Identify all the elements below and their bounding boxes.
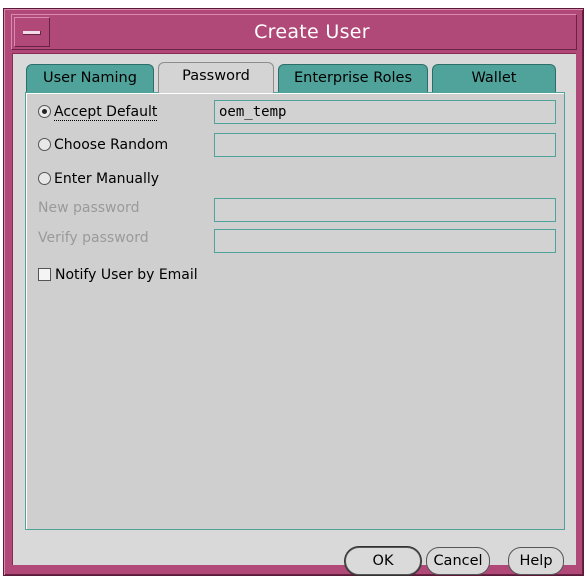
random-password-field[interactable] [214,133,556,157]
cancel-button[interactable]: Cancel [426,547,490,575]
verify-password-field[interactable] [214,229,556,253]
password-tab-panel: Accept Default oem_temp Choose Random En… [25,92,565,530]
new-password-field[interactable] [214,198,556,222]
enter-manually-option[interactable]: Enter Manually [38,168,159,190]
enter-manually-radio[interactable] [38,172,51,185]
ok-button[interactable]: OK [345,547,421,575]
tab-wallet[interactable]: Wallet [432,64,556,92]
choose-random-label: Choose Random [54,137,169,153]
accept-default-option[interactable]: Accept Default [38,101,158,123]
notify-email-option[interactable]: Notify User by Email [38,264,198,286]
default-password-field[interactable]: oem_temp [214,100,556,124]
help-button[interactable]: Help [508,547,564,575]
tab-password[interactable]: Password [158,62,274,93]
tab-user-naming[interactable]: User Naming [26,64,154,92]
accept-default-label: Accept Default [54,104,158,121]
dialog-client-area: User Naming Password Enterprise Roles Wa… [12,53,576,575]
choose-random-option[interactable]: Choose Random [38,134,168,156]
title-bar[interactable]: Create User [11,14,577,50]
enter-manually-label: Enter Manually [54,171,160,187]
new-password-label: New password [38,200,140,216]
window-title: Create User [254,21,370,43]
tab-enterprise-roles[interactable]: Enterprise Roles [278,64,428,92]
create-user-window: Create User User Naming Password Enterpr… [3,8,584,576]
notify-email-label: Notify User by Email [55,267,198,283]
accept-default-radio[interactable] [38,105,51,118]
choose-random-radio[interactable] [38,138,51,151]
verify-password-label: Verify password [38,230,149,246]
window-menu-icon[interactable] [14,17,50,47]
notify-email-checkbox[interactable] [38,268,51,281]
